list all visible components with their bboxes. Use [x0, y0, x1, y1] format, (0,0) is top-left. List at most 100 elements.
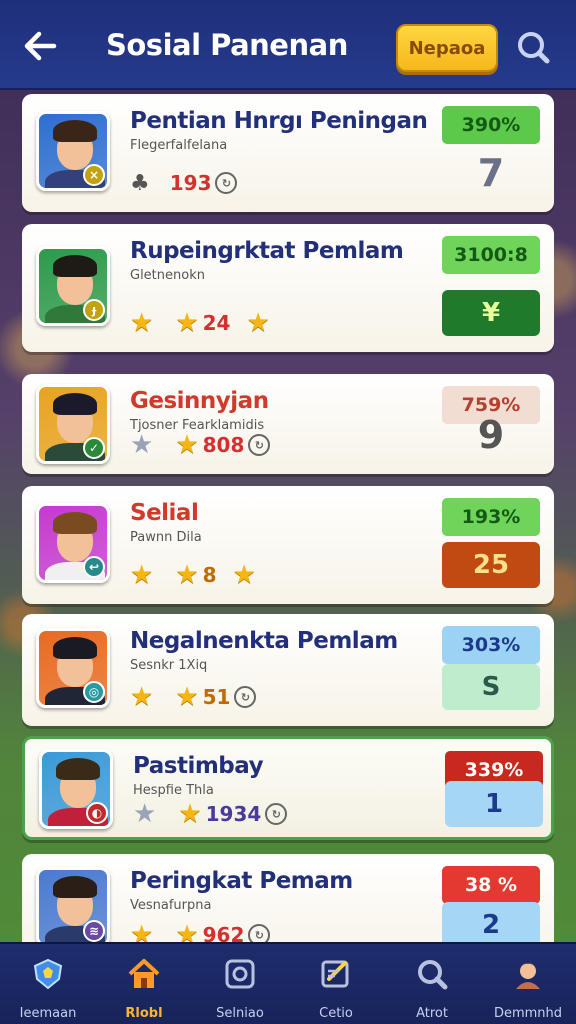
- player-name: Selial: [130, 500, 199, 526]
- leaderboard-list[interactable]: × Pentian Hnrgı Peningan Flegerfalfelana ♣ 1…: [18, 94, 558, 942]
- rank-badge[interactable]: 2: [442, 902, 540, 942]
- player-avatar[interactable]: ✓: [36, 384, 110, 464]
- nav-item-home[interactable]: Rlobl: [96, 944, 192, 1024]
- nav-label: Demmnhd: [493, 1006, 563, 1021]
- player-avatar[interactable]: ≋: [36, 867, 110, 942]
- coin-icon: ♣: [130, 170, 150, 196]
- player-avatar[interactable]: ◎: [36, 628, 110, 708]
- player-name: Pentian Hnrgı Peningan: [130, 108, 428, 134]
- leaderboard-row[interactable]: ◐ Pastimbay Hespfie Thla ★ ★ 1934 ↻ 339% 1: [22, 736, 554, 840]
- player-subtitle: Hespfie Thla: [133, 783, 214, 798]
- star-icon: ★: [175, 920, 199, 942]
- nav-label: Rlobl: [125, 1006, 163, 1021]
- nav-label: Selniao: [216, 1006, 264, 1021]
- search-icon: [414, 956, 450, 992]
- level-badge-icon: ≋: [83, 920, 105, 942]
- nav-item-settings[interactable]: Selniao: [192, 944, 288, 1024]
- rank-badge[interactable]: S: [442, 664, 540, 710]
- top-bar: Sosial Panenan Nepaoa: [0, 0, 576, 90]
- back-arrow-icon: [24, 31, 57, 61]
- win-percent-badge: 390%: [442, 106, 540, 144]
- player-stats: ★ ★ 24 ★: [130, 308, 270, 338]
- rank-badge[interactable]: 25: [442, 542, 540, 588]
- star-icon: ★: [133, 799, 157, 829]
- player-stats: ♣ 193 ↻: [130, 168, 238, 198]
- refresh-icon: ↻: [248, 434, 271, 456]
- player-stats: ★ ★ 962 ↻: [130, 920, 271, 942]
- star-icon: ★: [175, 560, 199, 590]
- leaderboard-row[interactable]: ✓ Gesinnyjan Tjosner Fearklamidis ★ ★ 808 ↻ 759…: [22, 374, 554, 474]
- player-name: Rupeingrktat Pemlam: [130, 238, 404, 264]
- player-score: 51: [202, 685, 231, 709]
- player-subtitle: Gletnenokn: [130, 268, 205, 283]
- player-avatar[interactable]: ◐: [39, 749, 113, 829]
- nav-item-profile[interactable]: Demmnhd: [480, 944, 576, 1024]
- refresh-icon: ↻: [265, 803, 288, 825]
- nav-label: Ieemaan: [19, 1006, 77, 1021]
- player-name: Gesinnyjan: [130, 388, 269, 414]
- player-name: Negalnenkta Pemlam: [130, 628, 398, 654]
- profile-icon: [510, 956, 546, 992]
- win-percent-badge: 303%: [442, 626, 540, 664]
- star-icon: ★: [175, 430, 199, 460]
- win-percent-badge: 3100:8: [442, 236, 540, 274]
- back-button[interactable]: [20, 26, 60, 66]
- leaderboard-row[interactable]: ≋ Peringkat Pemam Vesnafurpna ★ ★ 962 ↻ 38 % 2: [22, 854, 554, 942]
- leaderboard-row[interactable]: ↩ Selial Pawnn Dila ★ ★ 8 ★ 193% 25: [22, 486, 554, 604]
- leaderboard-row[interactable]: × Pentian Hnrgı Peningan Flegerfalfelana ♣ 1…: [22, 94, 554, 212]
- player-stats: ★ ★ 1934 ↻: [133, 799, 288, 829]
- search-button[interactable]: [514, 28, 552, 66]
- player-stats: ★ ★ 8 ★: [130, 560, 256, 590]
- star-icon: ★: [175, 308, 199, 338]
- level-badge-icon: ×: [83, 164, 105, 186]
- nav-label: Cetio: [319, 1006, 353, 1021]
- star-icon: ★: [130, 560, 154, 590]
- player-subtitle: Vesnafurpna: [130, 898, 212, 913]
- leaderboard-row[interactable]: ◎ Negalnenkta Pemlam Sesnkr 1Xiq ★ ★ 51 ↻ 303% S: [22, 614, 554, 726]
- player-name: Pastimbay: [133, 753, 264, 779]
- settings-icon: [222, 956, 258, 992]
- star-icon: ★: [232, 560, 256, 590]
- player-stats: ★ ★ 808 ↻: [130, 430, 271, 460]
- nav-item-shield[interactable]: Ieemaan: [0, 944, 96, 1024]
- player-avatar[interactable]: ɟ: [36, 246, 110, 326]
- player-avatar[interactable]: ↩: [36, 503, 110, 583]
- star-icon: ★: [130, 920, 154, 942]
- leaderboard-row[interactable]: ɟ Rupeingrktat Pemlam Gletnenokn ★ ★ 24 ★ 3100:…: [22, 224, 554, 352]
- level-badge-icon: ◐: [86, 802, 108, 824]
- home-icon: [126, 956, 162, 992]
- star-icon: ★: [246, 308, 270, 338]
- page-title: Sosial Panenan: [106, 28, 348, 62]
- player-name: Peringkat Pemam: [130, 868, 353, 894]
- win-percent-badge: 38 %: [442, 866, 540, 904]
- shield-icon: [30, 956, 66, 992]
- level-badge-icon: ɟ: [83, 299, 105, 321]
- nav-item-edit[interactable]: Cetio: [288, 944, 384, 1024]
- refresh-icon: ↻: [215, 172, 238, 194]
- level-badge-icon: ↩: [83, 556, 105, 578]
- star-icon: ★: [130, 682, 154, 712]
- player-subtitle: Pawnn Dila: [130, 530, 202, 545]
- player-score: 24: [202, 311, 231, 335]
- player-subtitle: Sesnkr 1Xiq: [130, 658, 208, 673]
- nav-item-search[interactable]: Atrot: [384, 944, 480, 1024]
- player-score: 962: [202, 923, 245, 942]
- player-score: 808: [202, 433, 245, 457]
- player-score: 8: [202, 563, 217, 587]
- rank-badge[interactable]: 9: [442, 412, 540, 458]
- star-icon: ★: [178, 799, 202, 829]
- rank-badge[interactable]: 1: [445, 781, 543, 827]
- star-icon: ★: [175, 682, 199, 712]
- player-stats: ★ ★ 51 ↻: [130, 682, 257, 712]
- bottom-nav: Ieemaan Rlobl Selniao Cetio Atrot Demmnh…: [0, 942, 576, 1024]
- search-icon: [518, 32, 550, 64]
- refresh-icon: ↻: [248, 924, 271, 942]
- rank-badge[interactable]: ¥: [442, 290, 540, 336]
- rank-badge[interactable]: 7: [442, 150, 540, 196]
- header-action-button[interactable]: Nepaoa: [396, 24, 498, 72]
- star-icon: ★: [130, 308, 154, 338]
- edit-icon: [318, 956, 354, 992]
- player-score: 193: [169, 171, 212, 195]
- refresh-icon: ↻: [234, 686, 257, 708]
- player-avatar[interactable]: ×: [36, 111, 110, 191]
